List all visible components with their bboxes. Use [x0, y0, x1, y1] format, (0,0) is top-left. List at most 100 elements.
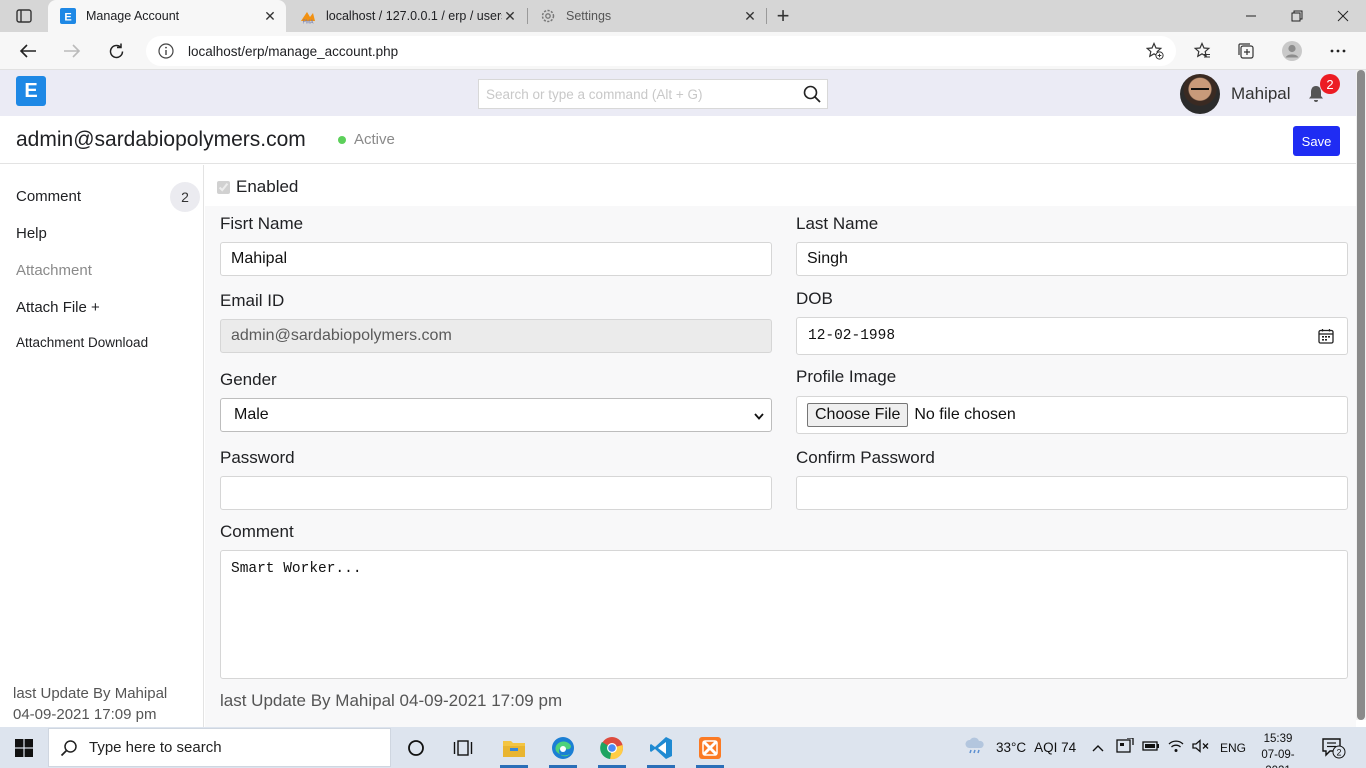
tab-phpmyadmin[interactable]: PMA localhost / 127.0.0.1 / erp / users … [288, 0, 526, 32]
last-name-field[interactable]: Singh [796, 242, 1348, 276]
windows-start-icon[interactable] [0, 727, 48, 768]
page-title: admin@sardabiopolymers.com [16, 128, 306, 151]
password-label: Password [220, 448, 295, 467]
info-icon[interactable] [158, 43, 174, 59]
task-view-icon[interactable] [443, 732, 483, 764]
sidebar-item-comment[interactable]: Comment [16, 188, 81, 205]
battery-icon[interactable] [1142, 740, 1160, 755]
dob-field[interactable]: 12-02-1998 [796, 317, 1348, 355]
profile-image-field: Choose File No file chosen [796, 396, 1348, 434]
action-center-icon[interactable]: 2 [1322, 737, 1346, 759]
svg-text:PMA: PMA [303, 20, 315, 25]
search-icon [49, 739, 89, 757]
restore-window-icon[interactable] [1274, 0, 1320, 32]
user-name[interactable]: Mahipal [1231, 84, 1291, 104]
browser-tab-strip: E Manage Account ✕ PMA localhost / 127.0… [0, 0, 1366, 32]
cortana-icon[interactable] [396, 732, 436, 764]
vscode-icon[interactable] [641, 732, 681, 768]
page-scrollbar[interactable] [1356, 70, 1366, 720]
comment-textarea[interactable]: Smart Worker... [220, 550, 1348, 679]
svg-text:E: E [64, 12, 71, 24]
action-center-count: 2 [1336, 748, 1341, 758]
tab-title: Settings [566, 9, 612, 23]
search-icon[interactable] [797, 85, 827, 103]
gender-select[interactable]: Male [220, 398, 772, 432]
address-bar[interactable]: localhost/erp/manage_account.php [146, 36, 1176, 66]
edge-browser-icon[interactable] [543, 732, 583, 768]
chevron-up-icon[interactable] [1092, 740, 1106, 755]
back-arrow-icon[interactable] [13, 37, 43, 65]
gear-icon [540, 8, 556, 24]
app-logo[interactable]: E [16, 76, 46, 106]
new-tab-button[interactable]: + [770, 3, 796, 28]
file-explorer-icon[interactable] [494, 732, 534, 768]
xampp-icon[interactable] [690, 732, 730, 768]
profile-icon[interactable] [1277, 37, 1307, 65]
chrome-icon[interactable] [592, 732, 632, 768]
command-search-input[interactable] [479, 80, 797, 108]
tab-title: localhost / 127.0.0.1 / erp / users [326, 9, 502, 23]
tab-actions-icon[interactable] [12, 6, 36, 26]
chevron-down-icon [753, 409, 765, 421]
minimize-window-icon[interactable] [1228, 0, 1274, 32]
confirm-password-field[interactable] [796, 476, 1348, 510]
screen-capture-icon[interactable] [1116, 737, 1134, 757]
confirm-password-label: Confirm Password [796, 448, 935, 467]
last-name-label: Last Name [796, 214, 879, 233]
add-favorite-icon[interactable] [1144, 40, 1166, 62]
enabled-checkbox[interactable] [217, 180, 230, 194]
sidebar-item-attach-file[interactable]: Attach File + [16, 299, 100, 316]
gender-label: Gender [220, 370, 277, 389]
tab-manage-account[interactable]: E Manage Account ✕ [48, 0, 286, 32]
weather-temperature: 33°C [996, 740, 1027, 755]
last-update-footer: last Update By Mahipal 04-09-2021 17:09 … [220, 691, 563, 710]
taskbar-search-box[interactable]: Type here to search [48, 728, 391, 767]
first-name-label: Fisrt Name [220, 214, 304, 233]
taskbar-search-text: Type here to search [89, 739, 222, 756]
last-update-by: last Update By Mahipal [13, 685, 168, 702]
sidebar-last-update: last Update By Mahipal 04-09-2021 17:09 … [13, 683, 167, 725]
volume-muted-icon[interactable] [1192, 739, 1210, 756]
refresh-icon[interactable] [101, 37, 131, 65]
more-options-icon[interactable] [1323, 37, 1353, 65]
close-window-icon[interactable] [1320, 0, 1366, 32]
tab-settings[interactable]: Settings ✕ [528, 0, 766, 32]
scrollbar-thumb[interactable] [1357, 70, 1365, 720]
forward-arrow-icon[interactable] [57, 37, 87, 65]
close-tab-icon[interactable]: ✕ [742, 8, 758, 24]
status-dot-icon [338, 135, 346, 144]
close-tab-icon[interactable]: ✕ [262, 8, 278, 24]
first-name-field[interactable]: Mahipal [220, 242, 772, 276]
weather-widget[interactable]: 33°C AQI 74 [964, 727, 1076, 768]
browser-toolbar: localhost/erp/manage_account.php [0, 32, 1366, 70]
system-clock[interactable]: 15:39 07-09-2021 [1250, 731, 1306, 768]
email-label: Email ID [220, 291, 285, 310]
password-field[interactable] [220, 476, 772, 510]
calendar-icon[interactable] [1318, 328, 1334, 344]
close-tab-icon[interactable]: ✕ [502, 8, 518, 24]
command-search[interactable] [478, 79, 828, 109]
choose-file-button[interactable]: Choose File [807, 403, 909, 427]
last-update-time: 04-09-2021 17:09 pm [13, 706, 157, 723]
avatar[interactable] [1180, 74, 1220, 114]
status-badge: Active [354, 131, 395, 148]
clock-date: 07-09-2021 [1261, 749, 1295, 768]
air-quality-index: AQI 74 [1034, 740, 1077, 755]
windows-taskbar: Type here to search 33°C AQI 74 ENG 15:3… [0, 727, 1366, 768]
phpmyadmin-favicon-icon: PMA [300, 8, 316, 24]
app-header: E Mahipal 2 [0, 70, 1356, 116]
sidebar-item-help[interactable]: Help [16, 225, 47, 242]
enabled-checkbox-row[interactable]: Enabled [217, 177, 298, 197]
status-indicator: Active [338, 131, 395, 148]
page-title-bar: admin@sardabiopolymers.com Active Save [0, 116, 1356, 164]
sidebar-item-attachment-download[interactable]: Attachment Download [16, 335, 148, 350]
save-button[interactable]: Save [1293, 126, 1340, 156]
system-tray: ENG [1092, 727, 1246, 768]
favorites-icon[interactable] [1187, 37, 1217, 65]
dob-value: 12-02-1998 [808, 328, 896, 344]
language-indicator[interactable]: ENG [1220, 741, 1246, 755]
wifi-icon[interactable] [1168, 739, 1184, 756]
form-fields: Fisrt Name Mahipal Last Name Singh Email… [205, 206, 1356, 727]
weather-rain-icon [964, 737, 986, 758]
collections-icon[interactable] [1231, 37, 1261, 65]
